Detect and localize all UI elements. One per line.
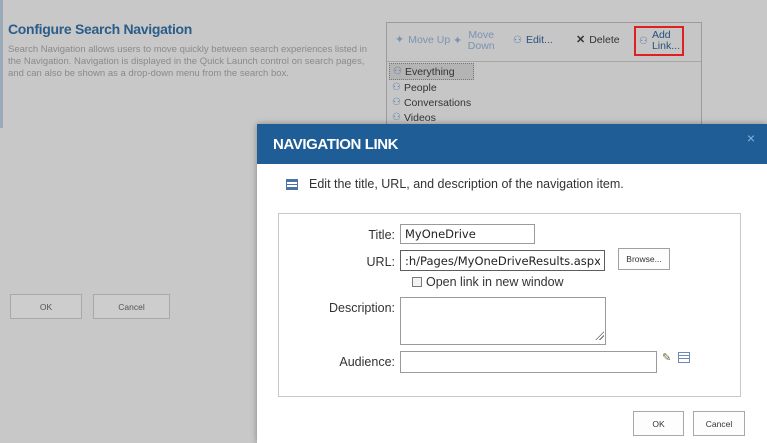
new-window-checkbox[interactable] — [412, 277, 422, 287]
dialog-title: NAVIGATION LINK — [273, 136, 399, 153]
resize-grip-icon[interactable] — [595, 331, 604, 340]
audience-label: Audience: — [339, 355, 395, 369]
arrow-up-icon: ✦ — [395, 34, 405, 46]
delete-button[interactable]: ✕ Delete — [576, 35, 620, 46]
navigation-list: ⚇ Everything ⚇ People ⚇ Conversations ⚇ … — [389, 63, 475, 125]
close-icon[interactable]: × — [747, 130, 755, 146]
url-label: URL: — [366, 255, 395, 269]
title-label: Title: — [368, 228, 395, 242]
page-left-edge — [0, 0, 3, 128]
description-label: Description: — [329, 301, 395, 315]
page-cancel-button[interactable]: Cancel — [93, 294, 170, 319]
move-down-button[interactable]: ✦ Move Down — [453, 30, 496, 52]
edit-button[interactable]: ⚇ Edit... — [513, 35, 553, 47]
nav-item-icon: ⚇ — [393, 66, 402, 77]
ok-button[interactable]: OK — [633, 411, 684, 436]
list-item[interactable]: ⚇ Videos — [389, 110, 474, 125]
list-icon — [286, 179, 298, 190]
cancel-button[interactable]: Cancel — [693, 411, 745, 436]
new-window-label: Open link in new window — [426, 275, 564, 289]
list-item[interactable]: ⚇ People — [389, 80, 474, 95]
new-window-option: Open link in new window — [412, 275, 564, 289]
nav-item-icon: ⚇ — [392, 97, 401, 108]
delete-x-icon: ✕ — [576, 34, 586, 46]
move-up-button[interactable]: ✦ Move Up — [395, 35, 450, 46]
page-ok-button[interactable]: OK — [10, 294, 82, 319]
audience-input[interactable] — [400, 351, 657, 373]
dialog-header: NAVIGATION LINK × — [257, 124, 767, 164]
browse-audience-icon[interactable] — [678, 352, 690, 363]
description-textarea[interactable] — [400, 297, 606, 345]
navigation-toolbar: ✦ Move Up ✦ Move Down ⚇ Edit... ✕ Delete… — [387, 23, 701, 62]
title-input[interactable] — [400, 224, 535, 244]
add-link-highlight-box — [634, 26, 684, 56]
page-title: Configure Search Navigation — [8, 21, 193, 37]
list-item[interactable]: ⚇ Conversations — [389, 95, 474, 110]
dialog-intro: Edit the title, URL, and description of … — [309, 177, 624, 191]
nav-item-icon: ⚇ — [392, 112, 401, 123]
nav-item-icon: ⚇ — [392, 82, 401, 93]
check-names-icon[interactable]: ✎ — [662, 351, 671, 364]
arrow-down-icon: ✦ — [453, 34, 463, 47]
page-description: Search Navigation allows users to move q… — [8, 44, 368, 79]
list-item[interactable]: ⚇ Everything — [389, 63, 475, 80]
edit-link-icon: ⚇ — [513, 35, 522, 46]
browse-button[interactable]: Browse... — [618, 248, 670, 270]
navigation-editor: ✦ Move Up ✦ Move Down ⚇ Edit... ✕ Delete… — [386, 22, 702, 130]
navigation-link-dialog: NAVIGATION LINK × Edit the title, URL, a… — [257, 124, 767, 443]
url-input[interactable] — [400, 250, 605, 271]
